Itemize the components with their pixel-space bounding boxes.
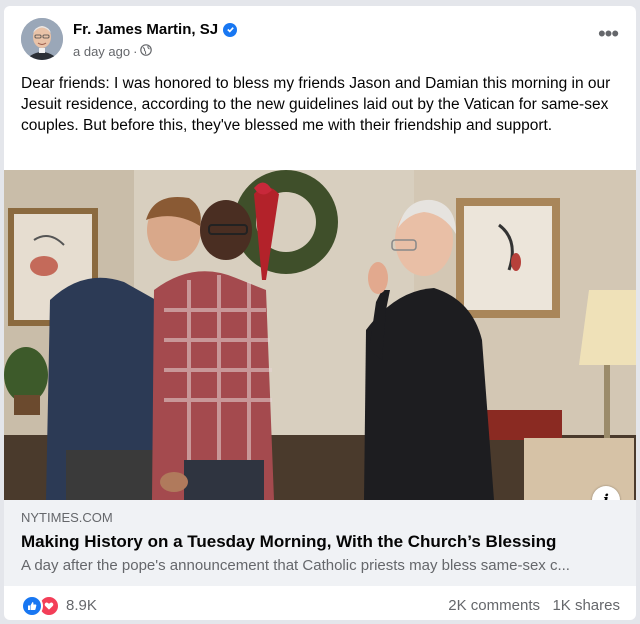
post-card: Fr. James Martin, SJ a day ago · ••• Dea… [4,6,636,620]
reaction-count[interactable]: 8.9K [66,597,97,614]
post-text: Dear friends: I was honored to bless my … [21,75,611,134]
author-name[interactable]: Fr. James Martin, SJ [73,21,238,38]
meta-separator: · [133,44,138,59]
post-meta: a day ago · [73,44,153,59]
post-photo[interactable]: i [4,170,636,500]
info-icon: i [603,491,609,500]
link-preview[interactable]: NYTIMES.COM Making History on a Tuesday … [4,500,636,586]
more-options-icon: ••• [597,21,619,46]
reaction-icons[interactable] [21,595,60,617]
avatar-portrait [21,18,63,60]
globe-icon [140,44,153,59]
photo-scene [4,170,636,500]
post-header: Fr. James Martin, SJ a day ago · ••• [4,6,636,70]
shares-count[interactable]: 1K shares [552,597,620,614]
verified-badge-icon [223,22,238,37]
author-name-text: Fr. James Martin, SJ [73,21,219,38]
like-icon [21,595,43,617]
comments-count[interactable]: 2K comments [448,597,540,614]
link-domain: NYTIMES.COM [21,510,113,525]
link-description: A day after the pope's announcement that… [21,557,570,574]
link-title: Making History on a Tuesday Morning, Wit… [21,532,557,551]
timestamp[interactable]: a day ago [73,44,130,59]
avatar[interactable] [21,18,63,60]
engagement-bar: 8.9K 2K comments 1K shares [4,586,636,620]
more-options-button[interactable]: ••• [594,21,622,46]
